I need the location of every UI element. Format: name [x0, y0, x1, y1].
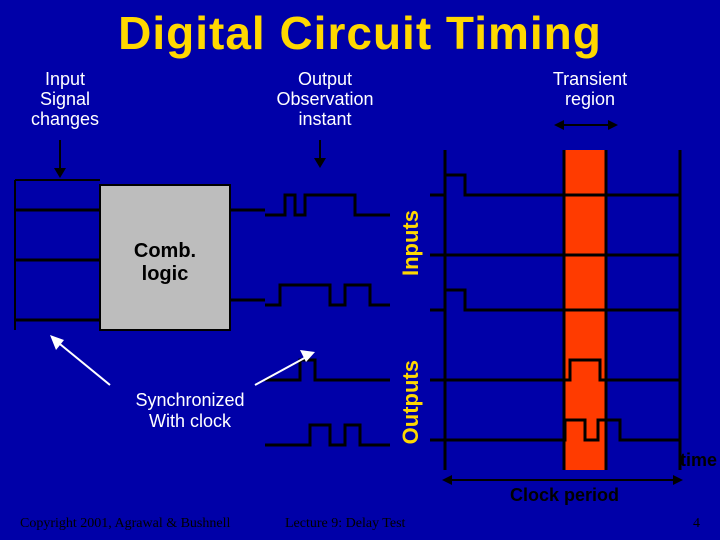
- right-input-wave-3: [430, 290, 680, 310]
- timing-diagram: [0, 0, 720, 540]
- right-input-wave-1: [430, 175, 680, 195]
- label-comb-logic: Comb. logic: [115, 240, 215, 286]
- output-wave-2: [265, 425, 390, 445]
- input-wave-1: [265, 195, 390, 215]
- right-output-wave-2: [430, 420, 680, 440]
- right-output-wave-1: [430, 360, 680, 380]
- input-wave-2: [265, 285, 390, 305]
